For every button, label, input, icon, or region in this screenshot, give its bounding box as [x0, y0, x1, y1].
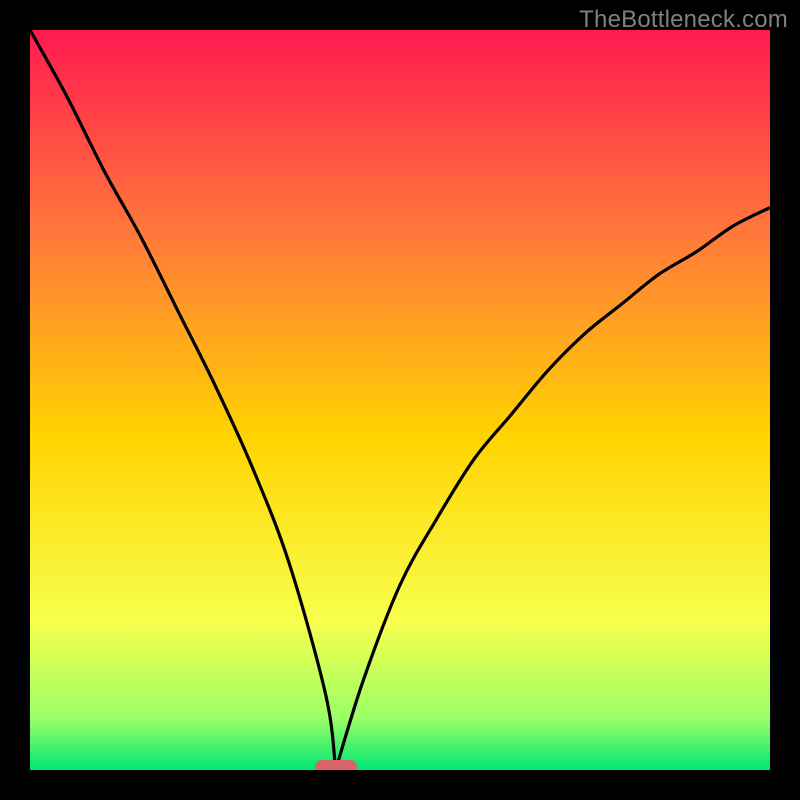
- optimal-marker: [315, 760, 357, 770]
- watermark-text: TheBottleneck.com: [579, 6, 788, 34]
- chart-frame: TheBottleneck.com: [0, 0, 800, 800]
- bottleneck-curve: [30, 30, 770, 770]
- plot-area: [30, 30, 770, 770]
